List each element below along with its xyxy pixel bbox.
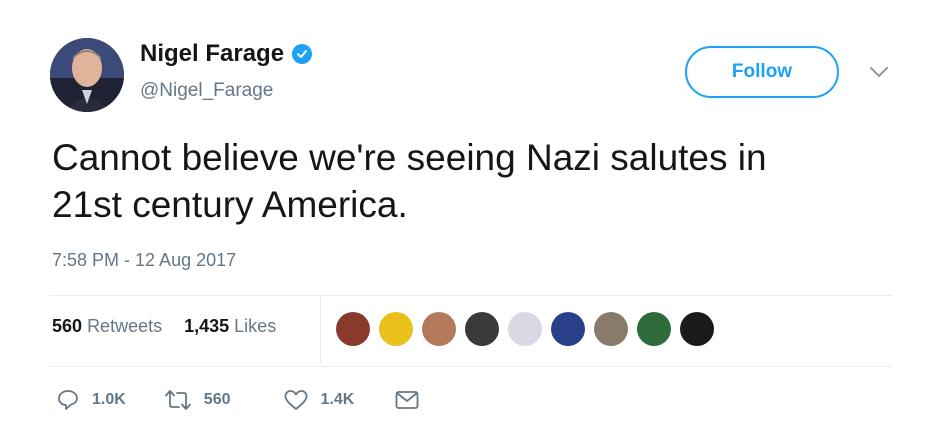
like-action[interactable]: 1.4K [283, 388, 355, 412]
display-name[interactable]: Nigel Farage [140, 40, 284, 68]
likes-count: 1,435 [184, 316, 230, 336]
reply-count: 1.0K [92, 391, 126, 408]
divider-top [50, 295, 892, 296]
liker-avatar-2[interactable] [379, 312, 413, 346]
likes-stat[interactable]: 1,435 Likes [184, 316, 276, 337]
liker-avatar-6[interactable] [551, 312, 585, 346]
display-name-row[interactable]: Nigel Farage [140, 40, 313, 68]
tweet-text: Cannot believe we're seeing Nazi salutes… [52, 134, 912, 228]
verified-badge-icon [292, 44, 313, 64]
retweets-count: 560 [52, 316, 83, 336]
retweet-icon [164, 390, 191, 410]
tweet-actions: 1.0K 560 1.4K [56, 388, 420, 412]
liker-avatar-3[interactable] [422, 312, 456, 346]
reply-action[interactable]: 1.0K [56, 388, 126, 412]
liker-avatars [336, 312, 714, 348]
avatar[interactable] [50, 38, 124, 112]
likes-label: Likes [234, 316, 277, 336]
retweet-count: 560 [203, 391, 231, 408]
avatar-image [50, 38, 124, 112]
engagement-stats: 560 Retweets 1,435 Likes [52, 316, 276, 337]
liker-avatar-7[interactable] [594, 312, 628, 346]
tweet-text-line-2: 21st century America. [52, 184, 408, 225]
chevron-down-icon[interactable] [868, 64, 890, 80]
envelope-icon [395, 391, 419, 409]
follow-button[interactable]: Follow [685, 46, 839, 98]
liker-avatar-1[interactable] [336, 312, 370, 346]
retweet-action[interactable]: 560 [164, 388, 231, 412]
tweet-text-line-1: Cannot believe we're seeing Nazi salutes… [52, 137, 767, 178]
user-handle[interactable]: @Nigel_Farage [140, 80, 273, 102]
liker-avatar-8[interactable] [637, 312, 671, 346]
divider-bottom [50, 366, 892, 367]
retweets-stat[interactable]: 560 Retweets [52, 316, 162, 337]
stats-separator [320, 296, 321, 364]
tweet-timestamp[interactable]: 7:58 PM - 12 Aug 2017 [52, 250, 236, 271]
liker-avatar-9[interactable] [680, 312, 714, 346]
like-count: 1.4K [320, 391, 355, 408]
message-action[interactable] [394, 389, 420, 411]
heart-icon [284, 390, 307, 410]
liker-avatar-5[interactable] [508, 312, 542, 346]
retweets-label: Retweets [87, 316, 163, 336]
liker-avatar-4[interactable] [465, 312, 499, 346]
reply-icon [58, 390, 78, 410]
